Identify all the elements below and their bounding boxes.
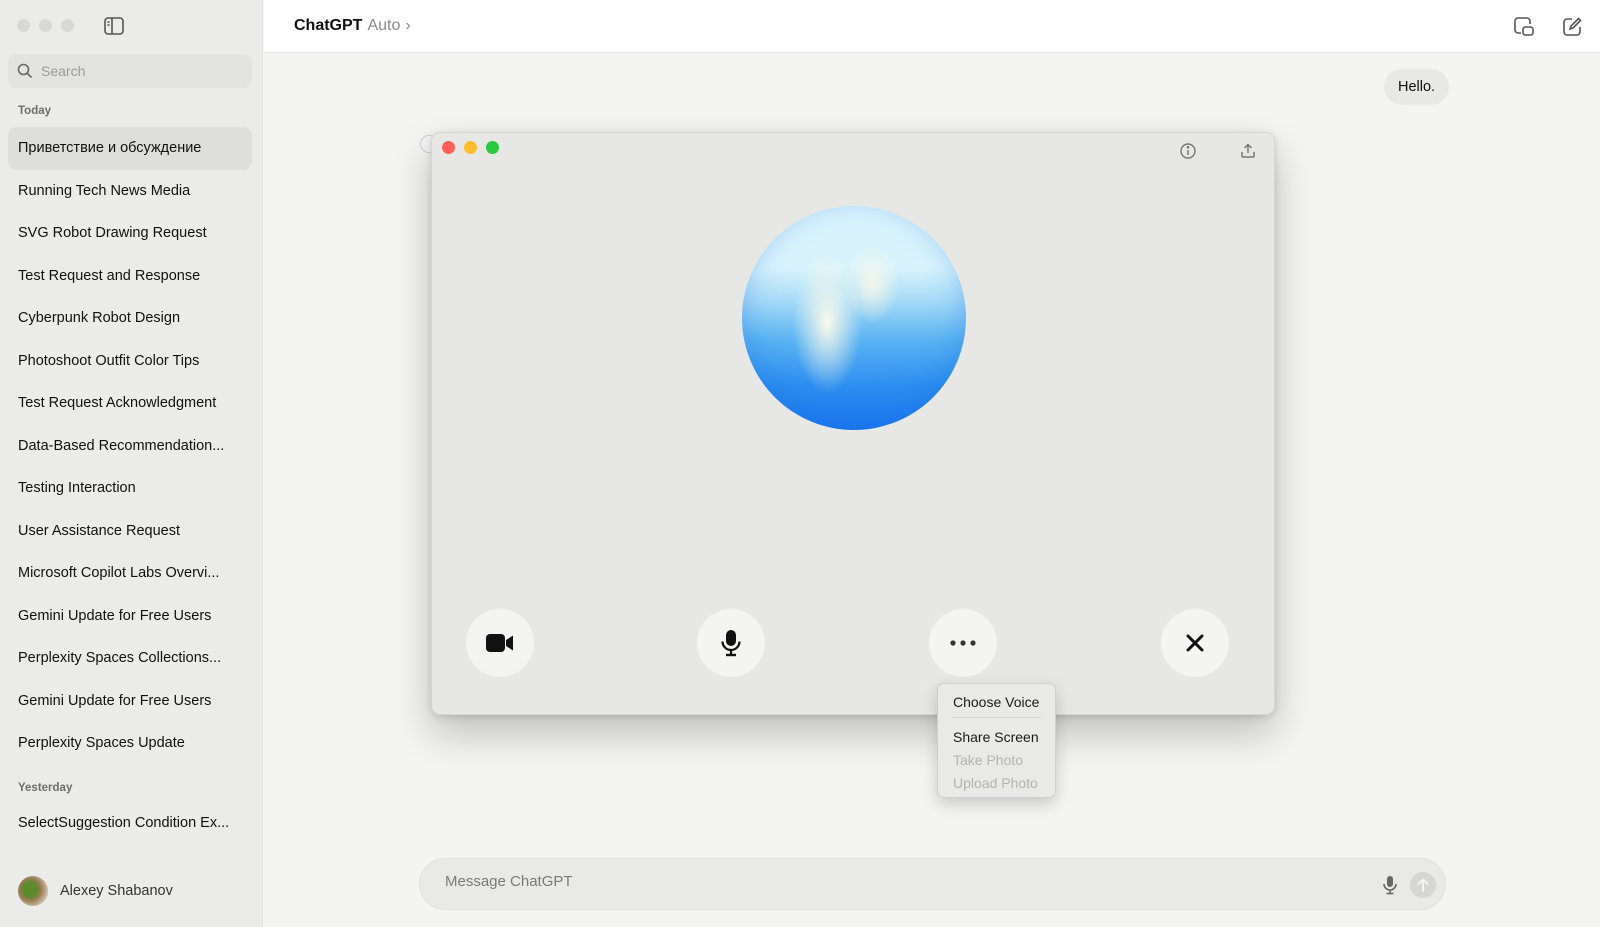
- chat-item[interactable]: Приветствие и обсуждение: [8, 127, 252, 170]
- window-controls: [17, 19, 74, 32]
- model-selector[interactable]: ChatGPT Auto ›: [294, 17, 411, 35]
- chat-item[interactable]: SVG Robot Drawing Request: [8, 212, 252, 255]
- user-profile[interactable]: Alexey Shabanov: [18, 876, 173, 906]
- voice-close-window-button[interactable]: [442, 141, 455, 154]
- message-input[interactable]: [445, 873, 1325, 890]
- chat-item[interactable]: Data-Based Recommendation...: [8, 425, 252, 468]
- sidebar: Today Приветствие и обсуждение Running T…: [0, 0, 263, 927]
- message-composer: [419, 858, 1446, 910]
- menu-separator: [952, 717, 1041, 718]
- voice-zoom-window-button[interactable]: [486, 141, 499, 154]
- chat-item[interactable]: Cyberpunk Robot Design: [8, 297, 252, 340]
- ellipsis-icon: [950, 640, 976, 646]
- voice-orb: [742, 206, 966, 430]
- chat-item[interactable]: Test Request Acknowledgment: [8, 382, 252, 425]
- avatar: [18, 876, 48, 906]
- new-chat-icon[interactable]: [1561, 16, 1583, 38]
- section-label-today: Today: [18, 105, 52, 117]
- chat-item[interactable]: User Assistance Request: [8, 510, 252, 553]
- video-camera-icon: [486, 634, 513, 652]
- info-icon[interactable]: [1178, 141, 1198, 161]
- minimize-window-button[interactable]: [39, 19, 52, 32]
- close-window-button[interactable]: [17, 19, 30, 32]
- send-button[interactable]: [1410, 872, 1436, 898]
- menu-item-take-photo: Take Photo: [953, 751, 1024, 768]
- voice-window-controls: [442, 141, 499, 154]
- section-label-yesterday: Yesterday: [18, 782, 73, 794]
- model-name: Auto: [367, 17, 401, 34]
- chat-item[interactable]: Test Request and Response: [8, 255, 252, 298]
- chat-item[interactable]: Testing Interaction: [8, 467, 252, 510]
- header: ChatGPT Auto ›: [264, 0, 1600, 53]
- chat-item[interactable]: Perplexity Spaces Update: [8, 722, 252, 765]
- more-options-menu: Choose Voice Share Screen Take Photo Upl…: [937, 683, 1056, 798]
- voice-minimize-window-button[interactable]: [464, 141, 477, 154]
- send-arrow-icon: [1417, 878, 1429, 892]
- sidebar-toggle-icon[interactable]: [104, 17, 124, 35]
- app-title: ChatGPT: [294, 17, 363, 34]
- zoom-window-button[interactable]: [61, 19, 74, 32]
- search-icon: [17, 63, 33, 79]
- chat-item[interactable]: Gemini Update for Free Users: [8, 680, 252, 723]
- chat-item[interactable]: Photoshoot Outfit Color Tips: [8, 340, 252, 383]
- voice-mode-window: [431, 132, 1275, 715]
- new-window-icon[interactable]: [1513, 16, 1535, 38]
- chat-item[interactable]: Microsoft Copilot Labs Overvi...: [8, 552, 252, 595]
- chat-list-yesterday: SelectSuggestion Condition Ex...: [8, 802, 252, 845]
- search-input[interactable]: [41, 63, 231, 79]
- search-field[interactable]: [8, 54, 252, 88]
- chat-item[interactable]: SelectSuggestion Condition Ex...: [8, 802, 252, 845]
- chat-item[interactable]: Gemini Update for Free Users: [8, 595, 252, 638]
- menu-item-share-screen[interactable]: Share Screen: [938, 725, 1055, 748]
- chat-list-today: Приветствие и обсуждение Running Tech Ne…: [8, 127, 252, 765]
- more-options-button[interactable]: [929, 609, 997, 677]
- microphone-icon[interactable]: [1380, 875, 1400, 895]
- chat-item[interactable]: Perplexity Spaces Collections...: [8, 637, 252, 680]
- mute-button[interactable]: [697, 609, 765, 677]
- microphone-icon: [721, 630, 741, 657]
- close-icon: [1186, 634, 1204, 652]
- chevron-right-icon: ›: [405, 17, 411, 34]
- user-name: Alexey Shabanov: [60, 883, 173, 899]
- user-message-bubble: Hello.: [1384, 69, 1450, 105]
- camera-button[interactable]: [466, 609, 534, 677]
- menu-item-choose-voice[interactable]: Choose Voice: [938, 690, 1055, 713]
- chat-item[interactable]: Running Tech News Media: [8, 170, 252, 213]
- menu-item-upload-photo: Upload Photo: [953, 774, 1038, 791]
- share-icon[interactable]: [1238, 141, 1258, 161]
- end-call-button[interactable]: [1161, 609, 1229, 677]
